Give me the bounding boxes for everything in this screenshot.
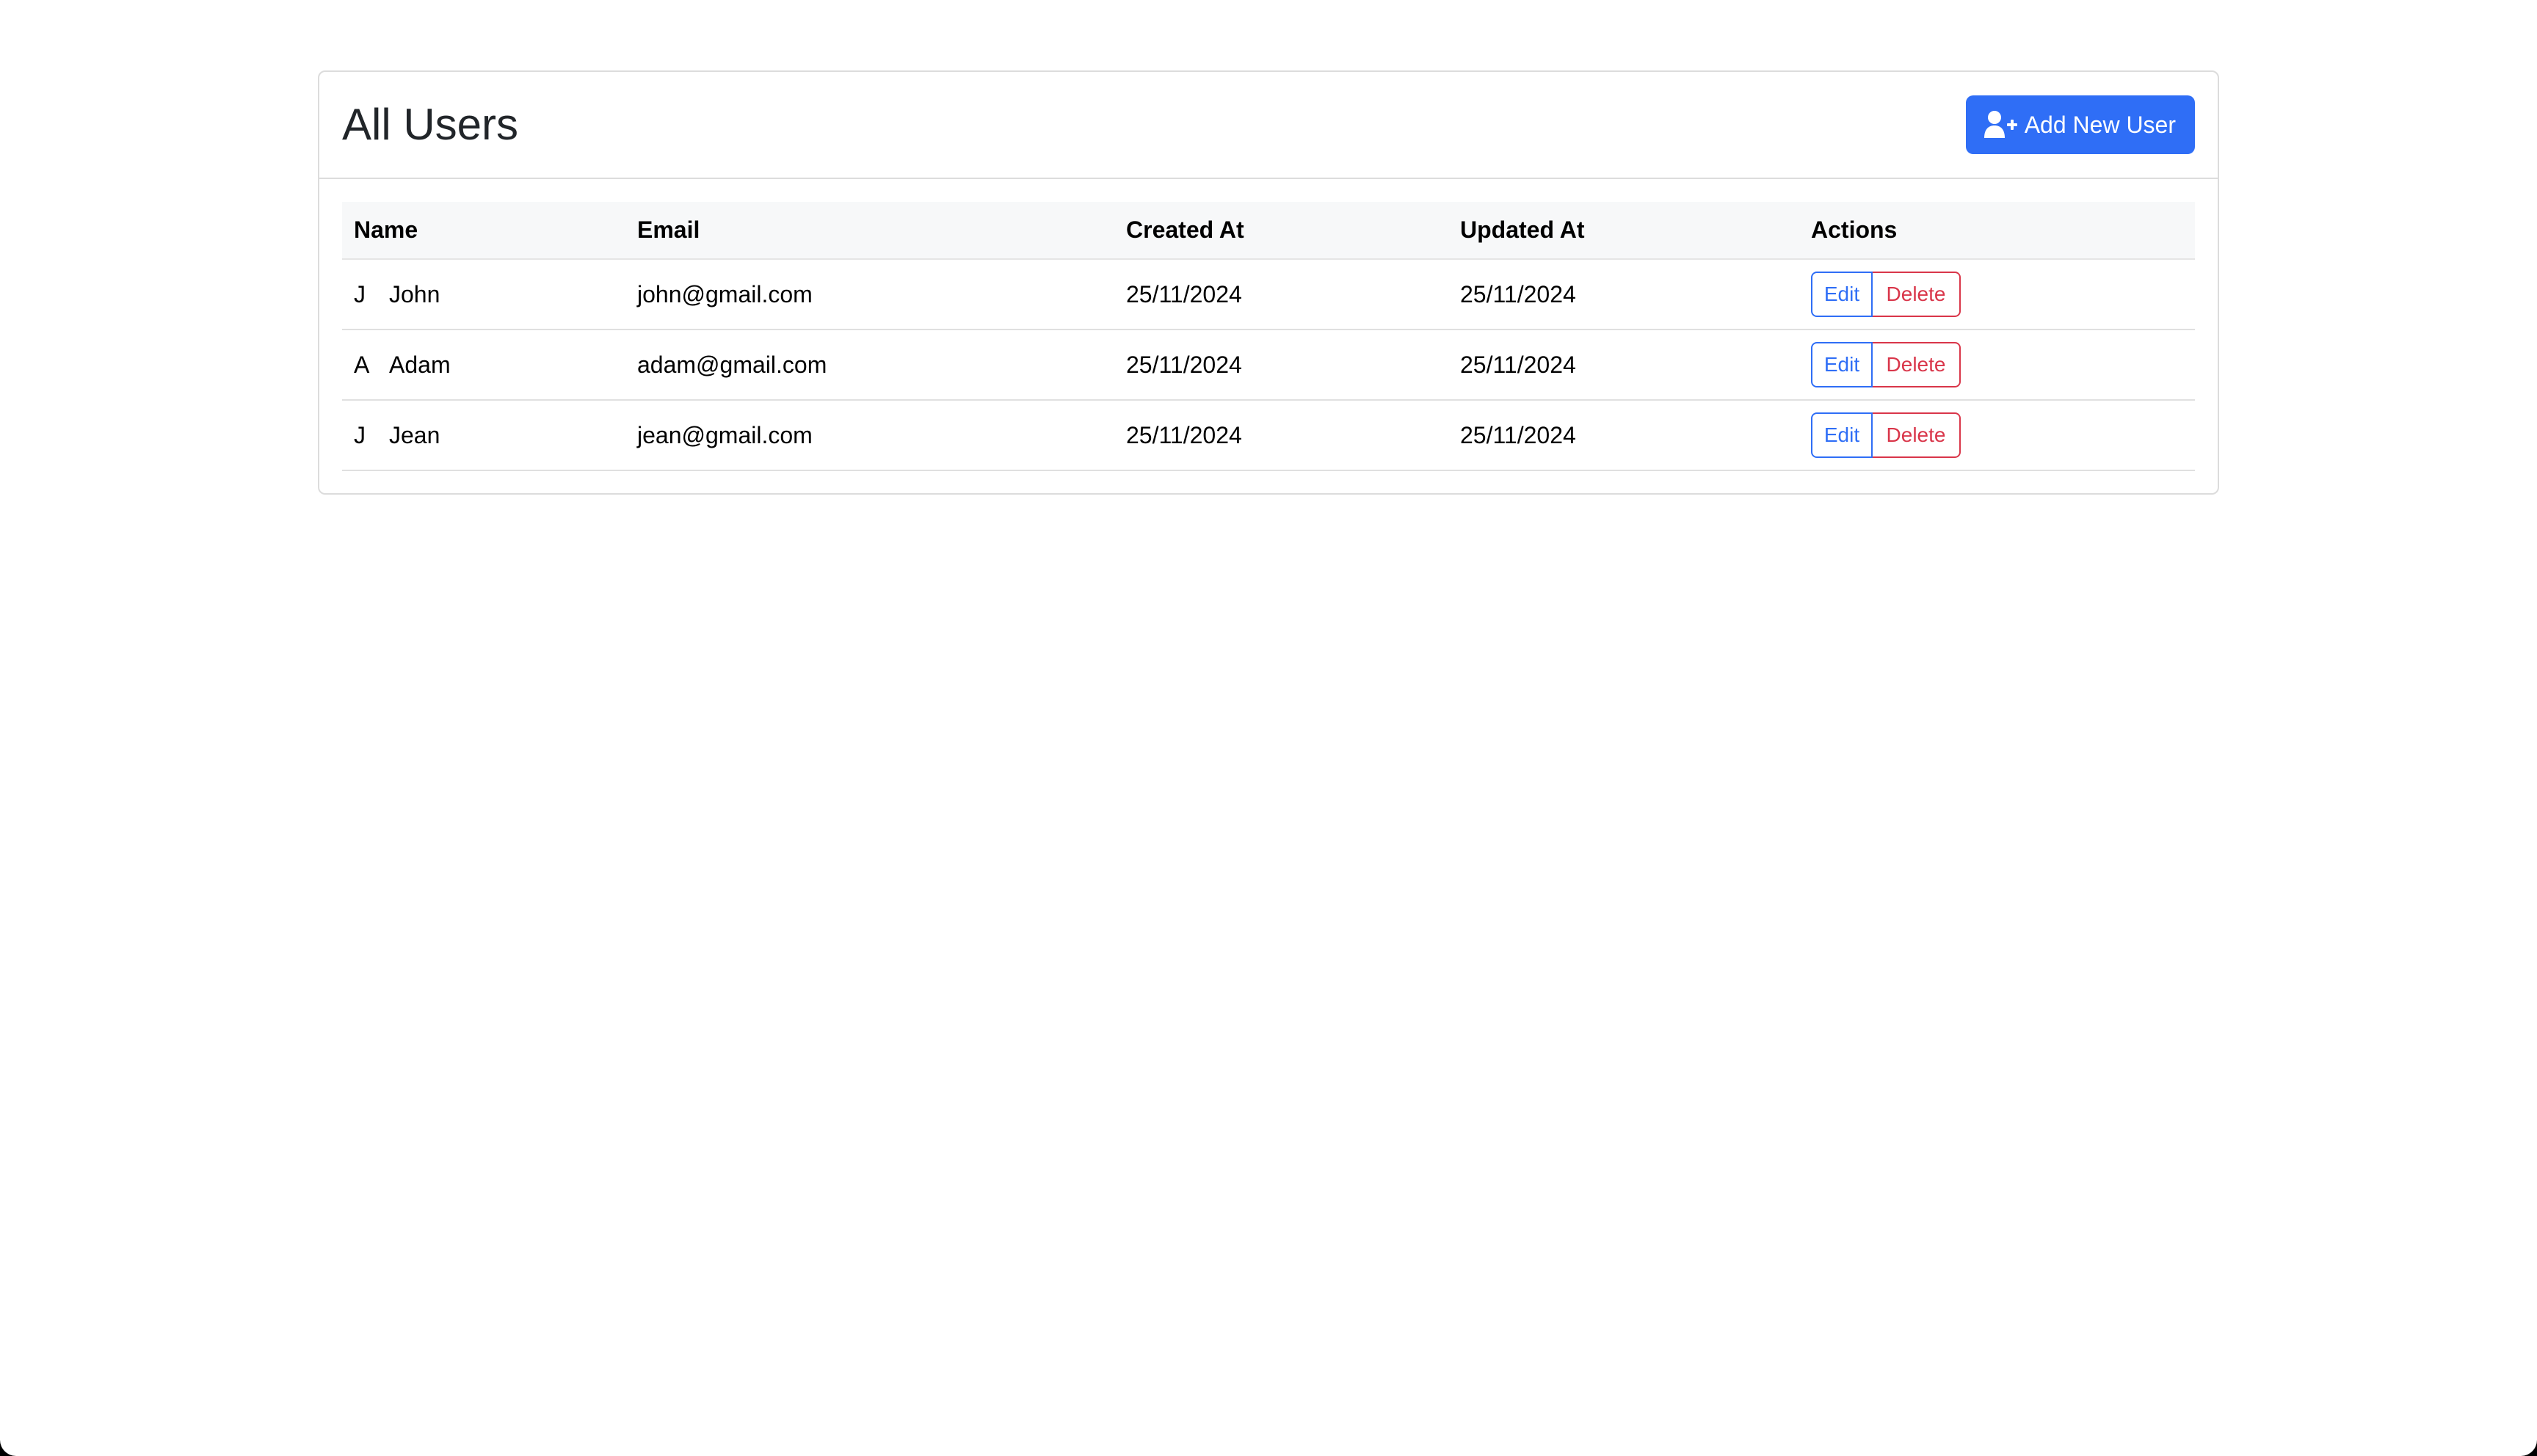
email-cell: john@gmail.com bbox=[625, 259, 1114, 330]
user-initial: J bbox=[354, 280, 366, 307]
delete-button[interactable]: Delete bbox=[1873, 342, 1961, 387]
column-header-actions: Actions bbox=[1799, 202, 2195, 260]
email-cell: jean@gmail.com bbox=[625, 400, 1114, 471]
user-name: Jean bbox=[389, 421, 440, 448]
page-viewport: All Users Add New User Name Email Create… bbox=[0, 0, 2537, 1456]
column-header-name: Name bbox=[342, 202, 625, 260]
edit-button[interactable]: Edit bbox=[1811, 272, 1873, 317]
name-cell: J Jean bbox=[342, 400, 625, 471]
delete-button[interactable]: Delete bbox=[1873, 412, 1961, 458]
column-header-email: Email bbox=[625, 202, 1114, 260]
edit-button[interactable]: Edit bbox=[1811, 342, 1873, 387]
actions-cell: Edit Delete bbox=[1799, 400, 2195, 471]
column-header-created-at: Created At bbox=[1114, 202, 1448, 260]
created-at-cell: 25/11/2024 bbox=[1114, 259, 1448, 330]
users-card: All Users Add New User Name Email Create… bbox=[318, 70, 2219, 495]
table-row: A Adam adam@gmail.com 25/11/2024 25/11/20… bbox=[342, 330, 2195, 401]
email-cell: adam@gmail.com bbox=[625, 330, 1114, 401]
name-cell: A Adam bbox=[342, 330, 625, 401]
name-cell: J John bbox=[342, 259, 625, 330]
page-title: All Users bbox=[342, 100, 519, 149]
column-header-updated-at: Updated At bbox=[1448, 202, 1799, 260]
user-name: John bbox=[389, 280, 440, 307]
created-at-cell: 25/11/2024 bbox=[1114, 330, 1448, 401]
user-initial: J bbox=[354, 421, 366, 448]
user-name: Adam bbox=[389, 351, 451, 378]
updated-at-cell: 25/11/2024 bbox=[1448, 330, 1799, 401]
table-row: J Jean jean@gmail.com 25/11/2024 25/11/20… bbox=[342, 400, 2195, 471]
delete-button[interactable]: Delete bbox=[1873, 272, 1961, 317]
user-plus-icon bbox=[1983, 110, 2019, 139]
created-at-cell: 25/11/2024 bbox=[1114, 400, 1448, 471]
add-new-user-label: Add New User bbox=[2024, 111, 2176, 138]
row-actions: Edit Delete bbox=[1811, 272, 1961, 317]
table-header-row: Name Email Created At Updated At Actions bbox=[342, 202, 2195, 260]
row-actions: Edit Delete bbox=[1811, 412, 1961, 458]
edit-button[interactable]: Edit bbox=[1811, 412, 1873, 458]
row-actions: Edit Delete bbox=[1811, 342, 1961, 387]
add-new-user-button[interactable]: Add New User bbox=[1965, 95, 2195, 154]
card-header: All Users Add New User bbox=[319, 72, 2218, 179]
updated-at-cell: 25/11/2024 bbox=[1448, 400, 1799, 471]
table-row: J John john@gmail.com 25/11/2024 25/11/20… bbox=[342, 259, 2195, 330]
user-initial: A bbox=[354, 351, 370, 378]
actions-cell: Edit Delete bbox=[1799, 259, 2195, 330]
users-table-wrapper: Name Email Created At Updated At Actions… bbox=[342, 202, 2195, 471]
users-table: Name Email Created At Updated At Actions… bbox=[342, 202, 2195, 471]
actions-cell: Edit Delete bbox=[1799, 330, 2195, 401]
updated-at-cell: 25/11/2024 bbox=[1448, 259, 1799, 330]
